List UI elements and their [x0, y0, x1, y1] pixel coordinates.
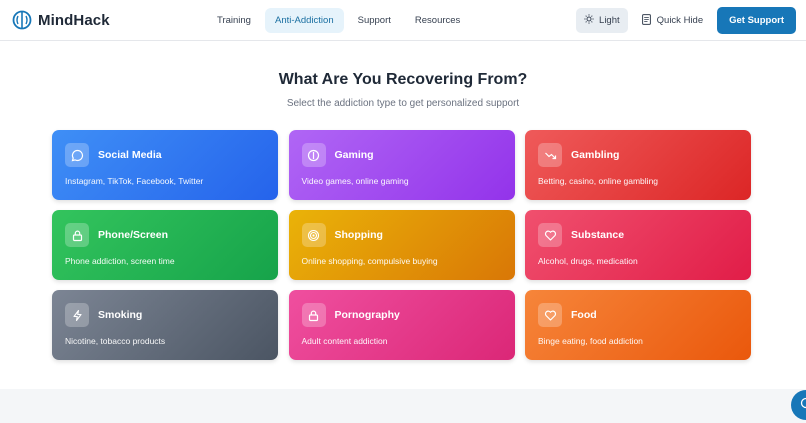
page-subtitle: Select the addiction type to get persona…	[286, 98, 520, 109]
nav-support[interactable]: Support	[348, 8, 401, 33]
card-food[interactable]: Food Binge eating, food addiction	[525, 290, 751, 360]
trending-down-icon	[538, 143, 562, 167]
card-description: Instagram, TikTok, Facebook, Twitter	[65, 176, 204, 186]
card-title: Substance	[571, 229, 625, 241]
lightning-icon	[65, 303, 89, 327]
lock-icon	[301, 303, 326, 327]
card-description: Adult content addiction	[301, 336, 388, 346]
footer-section	[0, 389, 806, 423]
card-title: Pornography	[334, 309, 400, 321]
nav-resources[interactable]: Resources	[405, 8, 470, 33]
card-description: Betting, casino, online gambling	[538, 176, 659, 186]
theme-toggle-button[interactable]: Light	[576, 8, 628, 33]
lock-icon	[65, 223, 89, 247]
nav-training[interactable]: Training	[207, 8, 261, 33]
theme-toggle-label: Light	[599, 15, 620, 26]
heart-icon	[538, 303, 562, 327]
card-substance[interactable]: Substance Alcohol, drugs, medication	[525, 210, 751, 280]
get-support-button[interactable]: Get Support	[717, 7, 796, 34]
quick-hide-button[interactable]: Quick Hide	[638, 8, 707, 34]
help-icon	[800, 396, 806, 414]
top-header: MindHack Training Anti-Addiction Support…	[0, 0, 806, 41]
brand[interactable]: MindHack	[12, 10, 110, 30]
header-actions: Light Quick Hide Get Support	[576, 7, 796, 34]
brain-logo-icon	[12, 10, 32, 30]
document-icon	[641, 13, 651, 28]
card-title: Smoking	[98, 309, 143, 321]
card-title: Gaming	[334, 149, 374, 161]
card-description: Phone addiction, screen time	[65, 256, 175, 266]
card-description: Binge eating, food addiction	[538, 336, 643, 346]
card-description: Alcohol, drugs, medication	[538, 256, 638, 266]
gaming-icon	[301, 143, 326, 167]
addiction-type-grid: Social Media Instagram, TikTok, Facebook…	[52, 130, 751, 360]
brand-name: MindHack	[38, 11, 110, 29]
card-description: Nicotine, tobacco products	[65, 336, 166, 346]
main-nav: Training Anti-Addiction Support Resource…	[207, 8, 470, 33]
card-gaming[interactable]: Gaming Video games, online gaming	[288, 130, 515, 200]
card-phone-screen[interactable]: Phone/Screen Phone addiction, screen tim…	[52, 210, 278, 280]
card-smoking[interactable]: Smoking Nicotine, tobacco products	[52, 290, 278, 360]
card-title: Social Media	[98, 149, 162, 161]
main-content: What Are You Recovering From? Select the…	[0, 71, 806, 109]
card-title: Shopping	[334, 229, 383, 241]
card-description: Video games, online gaming	[301, 176, 409, 186]
chat-bubble-icon	[65, 143, 89, 167]
target-icon	[301, 223, 326, 247]
card-shopping[interactable]: Shopping Online shopping, compulsive buy…	[288, 210, 515, 280]
quick-hide-label: Quick Hide	[656, 15, 704, 26]
heart-icon	[538, 223, 562, 247]
sun-icon	[584, 14, 594, 27]
card-title: Phone/Screen	[98, 229, 169, 241]
card-description: Online shopping, compulsive buying	[301, 256, 438, 266]
card-social-media[interactable]: Social Media Instagram, TikTok, Facebook…	[52, 130, 278, 200]
page-title: What Are You Recovering From?	[278, 71, 528, 88]
card-pornography[interactable]: Pornography Adult content addiction	[288, 290, 515, 360]
nav-anti-addiction[interactable]: Anti-Addiction	[264, 8, 344, 33]
card-title: Food	[571, 309, 597, 321]
card-title: Gambling	[571, 149, 620, 161]
card-gambling[interactable]: Gambling Betting, casino, online gamblin…	[525, 130, 751, 200]
